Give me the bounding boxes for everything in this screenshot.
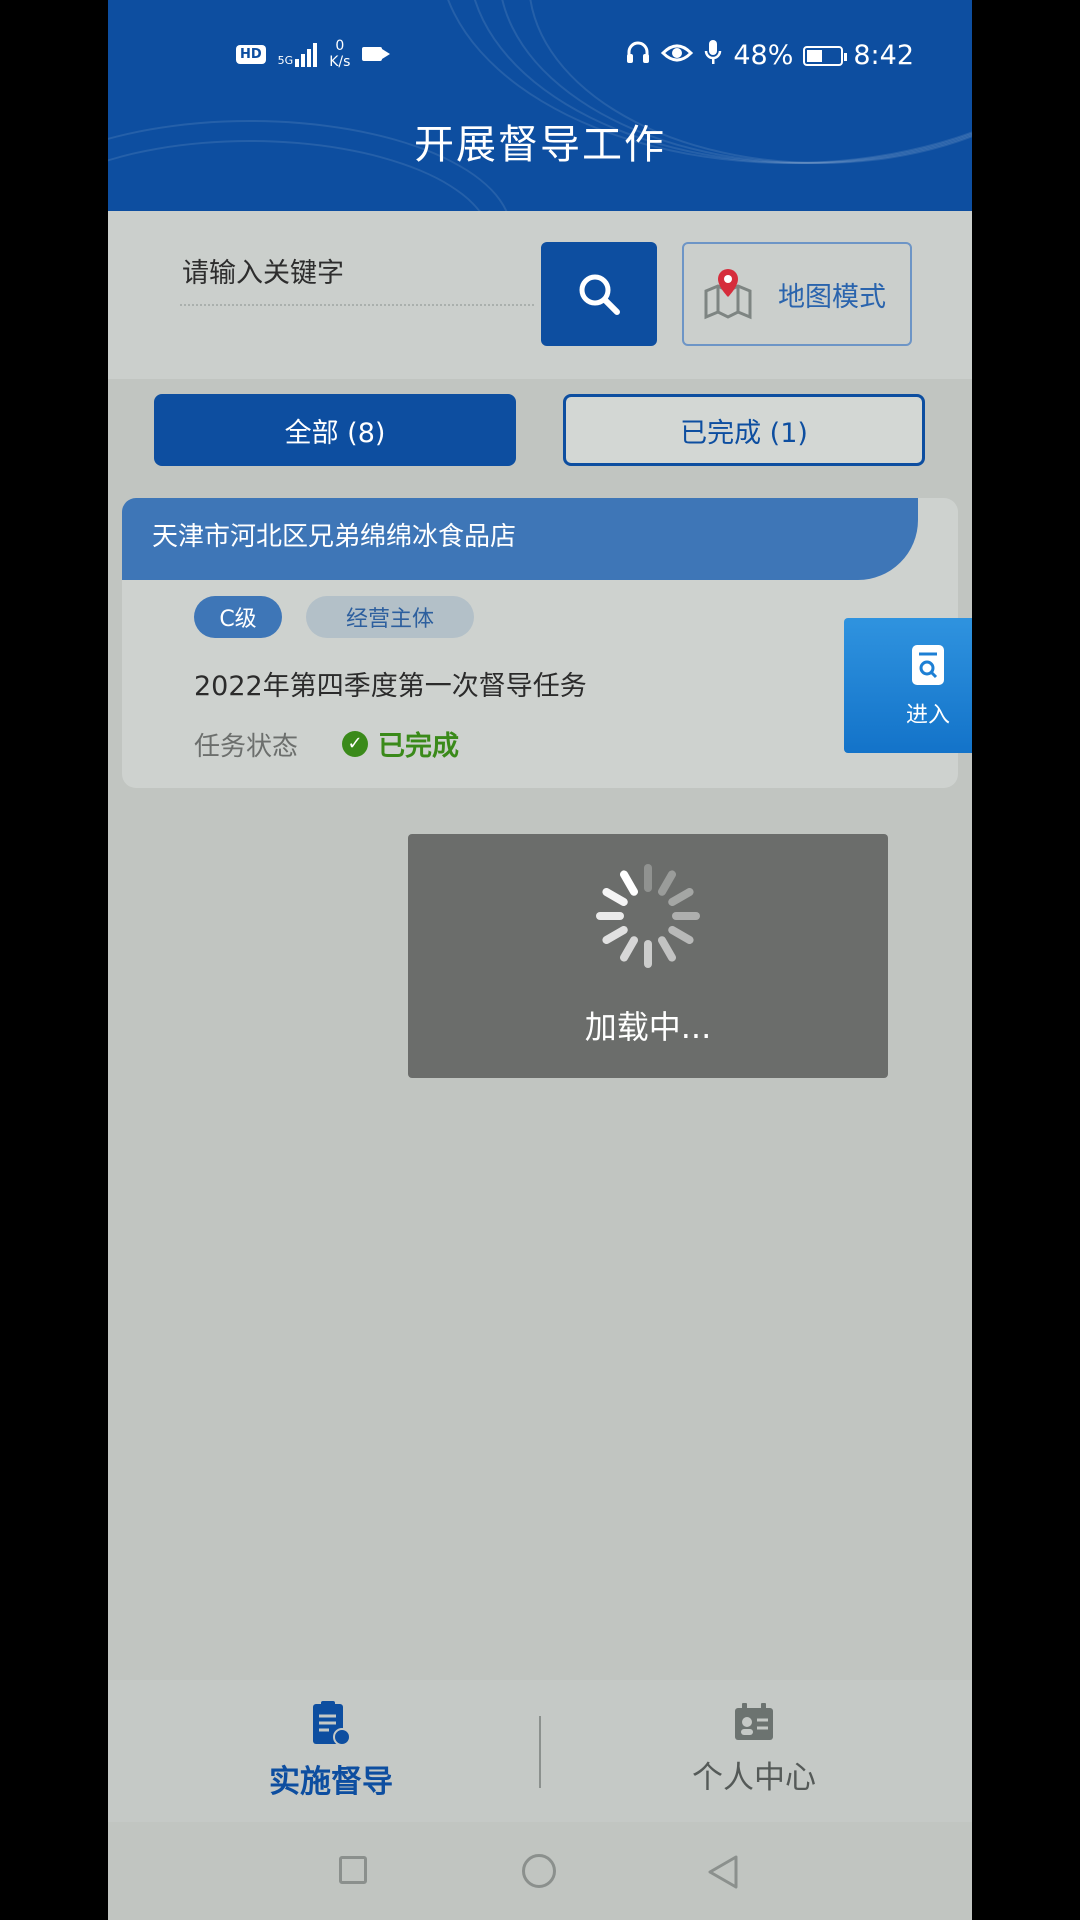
tab-completed[interactable]: 已完成 (1) (563, 394, 925, 466)
app-header: HD 5G 0 K/s 48% 8:42 开展督导工作 (108, 0, 972, 211)
task-status-label: 任务状态 (194, 732, 299, 762)
spinner-spoke (668, 926, 694, 944)
nav-profile[interactable]: 个人中心 (604, 1700, 904, 1797)
status-bar: HD 5G 0 K/s 48% 8:42 (108, 30, 972, 80)
task-status-value: 已完成 (378, 731, 459, 762)
battery-percent: 48% (733, 40, 794, 71)
spinner-spoke (620, 936, 638, 962)
recents-button[interactable] (339, 1856, 367, 1884)
clock: 8:42 (853, 40, 914, 71)
search-icon (579, 274, 620, 315)
subject-type-badge: 经营主体 (306, 596, 474, 638)
store-name: 天津市河北区兄弟绵绵冰食品店 (122, 498, 918, 580)
microphone-icon (703, 38, 723, 73)
map-mode-label: 地图模式 (778, 281, 886, 313)
nav-divider (539, 1716, 541, 1788)
map-mode-button[interactable]: 地图模式 (682, 242, 912, 346)
loading-toast: 加载中... (408, 834, 888, 1078)
spinner-spoke (620, 870, 638, 896)
system-nav-bar (108, 1822, 972, 1920)
eye-icon (661, 40, 694, 71)
search-input[interactable] (180, 242, 534, 306)
nav-supervise-label: 实施督导 (269, 1764, 393, 1800)
spinner-spoke (658, 936, 676, 962)
map-pin-icon (704, 269, 752, 320)
video-camera-icon (362, 47, 391, 61)
bottom-nav: 实施督导 个人中心 (108, 1680, 972, 1822)
clipboard-icon (313, 1701, 351, 1746)
tab-all[interactable]: 全部 (8) (154, 394, 516, 466)
app-screen: HD 5G 0 K/s 48% 8:42 开展督导工作 请输入关键字 地图模式 … (108, 0, 972, 1920)
id-card-icon (735, 1703, 773, 1740)
spinner-spoke (602, 888, 628, 906)
home-button[interactable] (522, 1854, 556, 1888)
spinner-spoke (668, 888, 694, 906)
document-search-icon (912, 644, 944, 685)
spinner-spoke (658, 870, 676, 896)
spinner-spoke (602, 926, 628, 944)
loading-spinner-icon (596, 864, 700, 968)
battery-icon (803, 45, 848, 66)
task-name: 2022年第四季度第一次督导任务 (194, 671, 587, 702)
level-badge: C级 (194, 596, 282, 638)
enter-button[interactable]: 进入 (844, 618, 972, 753)
signal-icon: 5G (278, 41, 318, 67)
page-title: 开展督导工作 (414, 122, 666, 168)
check-circle-icon: ✓ (342, 730, 368, 757)
back-button[interactable] (706, 1854, 740, 1890)
search-button[interactable] (541, 242, 657, 346)
enter-label: 进入 (905, 702, 950, 728)
loading-text: 加载中... (584, 1008, 712, 1046)
hd-icon: HD (236, 44, 266, 64)
nav-supervise[interactable]: 实施督导 (181, 1700, 481, 1801)
nav-profile-label: 个人中心 (692, 1760, 816, 1796)
network-speed: 0 K/s (329, 38, 351, 70)
task-status: ✓ 已完成 (342, 724, 459, 763)
task-card[interactable]: 天津市河北区兄弟绵绵冰食品店 C级 经营主体 2022年第四季度第一次督导任务 … (122, 498, 958, 788)
headphones-icon (625, 39, 651, 72)
